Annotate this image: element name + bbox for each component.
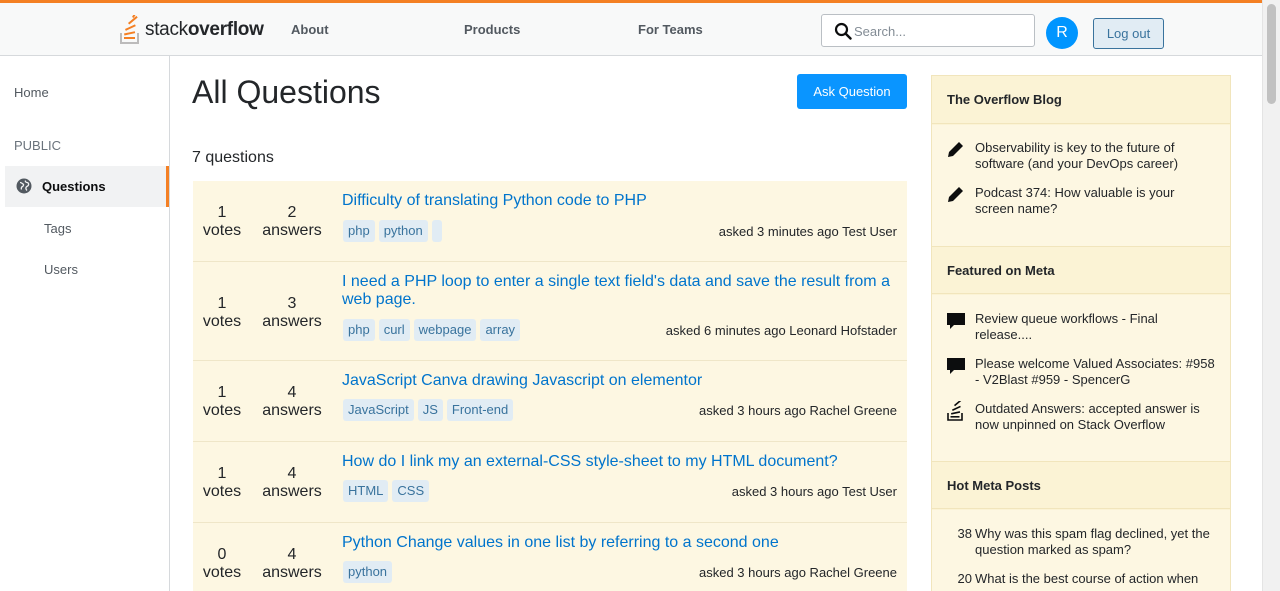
vote-count: 1 votes (202, 465, 242, 500)
asked-info: asked 3 minutes ago Test User (718, 224, 897, 239)
vote-count: 0 votes (202, 546, 242, 581)
hot-post-link[interactable]: What is the best course of action when (975, 571, 1215, 587)
hot-post-score: 38 (957, 526, 972, 541)
tag-css[interactable]: CSS (392, 480, 430, 502)
asked-info: asked 3 hours ago Rachel Greene (698, 403, 897, 418)
stackoverflow-icon (120, 15, 140, 44)
answer-count: 4 answers (262, 465, 322, 500)
answer-count: 3 answers (262, 295, 322, 330)
asked-info: asked 3 hours ago Rachel Greene (698, 565, 897, 580)
tag-js[interactable]: JS (417, 399, 443, 421)
tag-javascript[interactable]: JavaScript (343, 399, 414, 421)
globe-icon (16, 178, 32, 194)
tag-webpage[interactable]: webpage (413, 319, 477, 341)
stackoverflow-icon (947, 401, 963, 421)
search-input[interactable] (854, 20, 1029, 42)
blog-item-link[interactable]: Podcast 374: How valuable is your screen… (975, 185, 1215, 217)
meta-item-link[interactable]: Review queue workflows - Final release..… (975, 311, 1215, 343)
answer-count: 2 answers (262, 204, 322, 239)
logo-text: stackoverflow (145, 19, 264, 40)
pencil-icon (948, 185, 965, 202)
user-avatar[interactable]: R (1046, 17, 1078, 49)
question-row: 1 votes 4 answers How do I link my an exte… (193, 442, 907, 523)
tag-front-end[interactable]: Front-end (446, 399, 514, 421)
hot-post-score: 20 (957, 571, 972, 586)
nav-for-teams[interactable]: For Teams (638, 22, 703, 37)
vote-count: 1 votes (202, 204, 242, 239)
sidebar-item-users[interactable]: Users (44, 262, 78, 277)
tag-list: HTML CSS (343, 480, 430, 502)
asked-info: asked 3 hours ago Test User (731, 484, 897, 499)
meta-section: Review queue workflows - Final release..… (932, 295, 1230, 461)
nav-about[interactable]: About (291, 22, 329, 37)
logout-button[interactable]: Log out (1093, 18, 1164, 49)
question-row: 0 votes 4 answers Python Change values in … (193, 523, 907, 591)
tag-list: php python (343, 220, 442, 242)
answer-count: 4 answers (262, 546, 322, 581)
meta-item-link[interactable]: Please welcome Valued Associates: #958 -… (975, 356, 1215, 388)
question-list: 1 votes 2 answers Difficulty of translatin… (193, 181, 907, 591)
tag-array[interactable]: array (480, 319, 521, 341)
tag-php[interactable]: php (343, 220, 375, 242)
page-scrollbar[interactable] (1262, 0, 1280, 591)
question-title-link[interactable]: JavaScript Canva drawing Javascript on e… (342, 372, 902, 390)
right-sidebar: The Overflow Blog Observability is key t… (931, 75, 1231, 591)
scrollbar-thumb[interactable] (1267, 4, 1276, 104)
blog-item-link[interactable]: Observability is key to the future of so… (975, 140, 1215, 172)
hot-meta-header: Hot Meta Posts (932, 461, 1230, 509)
answer-count: 4 answers (262, 384, 322, 419)
question-title-link[interactable]: Python Change values in one list by refe… (342, 534, 902, 552)
chat-bubble-icon (947, 358, 965, 374)
tag-list: php curl webpage array (343, 319, 521, 341)
question-count: 7 questions (192, 149, 274, 166)
tag-python[interactable]: python (343, 561, 393, 583)
question-title-link[interactable]: Difficulty of translating Python code to… (342, 192, 902, 210)
sidebar-section-public: PUBLIC (14, 138, 61, 153)
tag-curl[interactable]: curl (378, 319, 410, 341)
question-title-link[interactable]: How do I link my an external-CSS style-s… (342, 453, 902, 471)
search-box[interactable] (821, 14, 1035, 47)
vote-count: 1 votes (202, 295, 242, 330)
question-row: 1 votes 3 answers I need a PHP loop to ent… (193, 262, 907, 361)
hot-post-link[interactable]: Why was this spam flag declined, yet the… (975, 526, 1215, 558)
tag-php[interactable]: php (343, 319, 375, 341)
sidebar-item-questions[interactable]: Questions (5, 166, 169, 207)
meta-header: Featured on Meta (932, 246, 1230, 294)
question-row: 1 votes 4 answers JavaScript Canva drawing… (193, 361, 907, 442)
tag-empty[interactable] (431, 220, 442, 242)
question-title-link[interactable]: I need a PHP loop to enter a single text… (342, 273, 902, 309)
tag-list: JavaScript JS Front-end (343, 399, 514, 421)
search-icon (834, 22, 852, 40)
chat-bubble-icon (947, 313, 965, 329)
asked-info: asked 6 minutes ago Leonard Hofstader (665, 323, 897, 338)
ask-question-button[interactable]: Ask Question (797, 74, 907, 109)
top-bar: stackoverflow About Products For Teams R… (0, 0, 1262, 56)
hot-meta-section: 38 Why was this spam flag declined, yet … (932, 510, 1230, 591)
stackoverflow-logo[interactable]: stackoverflow (119, 15, 264, 45)
tag-html[interactable]: HTML (343, 480, 389, 502)
tag-list: python (343, 561, 393, 583)
blog-header: The Overflow Blog (932, 76, 1230, 124)
page-title: All Questions (192, 74, 381, 110)
blog-section: Observability is key to the future of so… (932, 125, 1230, 246)
sidebar-item-tags[interactable]: Tags (44, 221, 71, 236)
nav-products[interactable]: Products (464, 22, 520, 37)
meta-item-link[interactable]: Outdated Answers: accepted answer is now… (975, 401, 1215, 433)
question-row: 1 votes 2 answers Difficulty of translatin… (193, 181, 907, 262)
vote-count: 1 votes (202, 384, 242, 419)
left-sidebar: Home PUBLIC Questions Tags Users (0, 56, 170, 591)
tag-python[interactable]: python (378, 220, 428, 242)
sidebar-item-home[interactable]: Home (14, 85, 49, 100)
pencil-icon (948, 140, 965, 157)
sidebar-item-questions-label: Questions (42, 179, 106, 194)
